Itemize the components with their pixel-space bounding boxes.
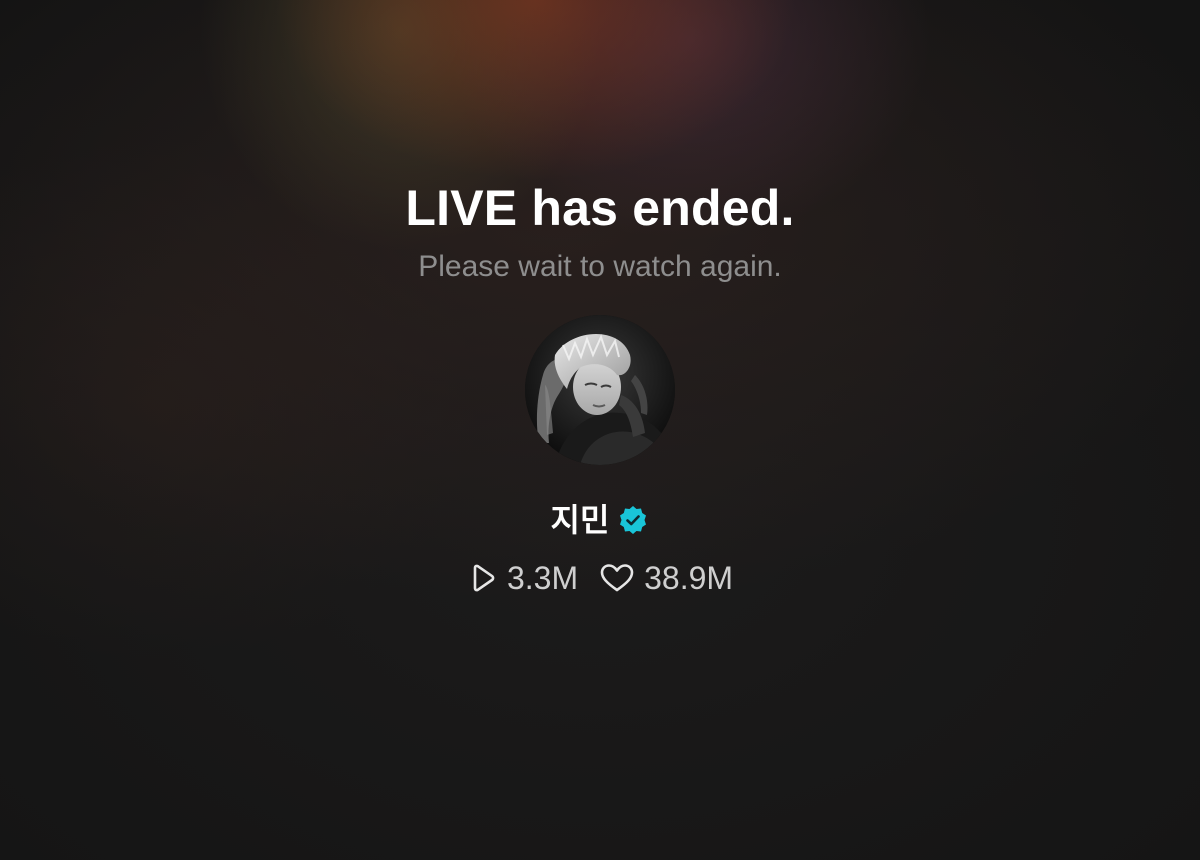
avatar-photo [525,315,675,465]
like-count: 38.9M [600,558,733,598]
play-count: 3.3M [467,558,578,598]
live-ended-title: LIVE has ended. [405,180,795,236]
heart-icon [600,564,634,592]
play-icon [473,564,495,592]
artist-name-row[interactable]: 지민 [0,500,1200,540]
live-stats: 3.3M 38.9M [0,558,1200,598]
artist-avatar[interactable] [525,315,675,465]
like-count-value: 38.9M [644,560,734,596]
verified-badge-icon [617,504,649,536]
play-count-value: 3.3M [506,560,579,596]
live-ended-subtitle: Please wait to watch again. [418,250,782,283]
live-ended-screen: LIVE has ended. Please wait to watch aga… [0,0,1200,860]
artist-name[interactable]: 지민 [551,500,610,540]
